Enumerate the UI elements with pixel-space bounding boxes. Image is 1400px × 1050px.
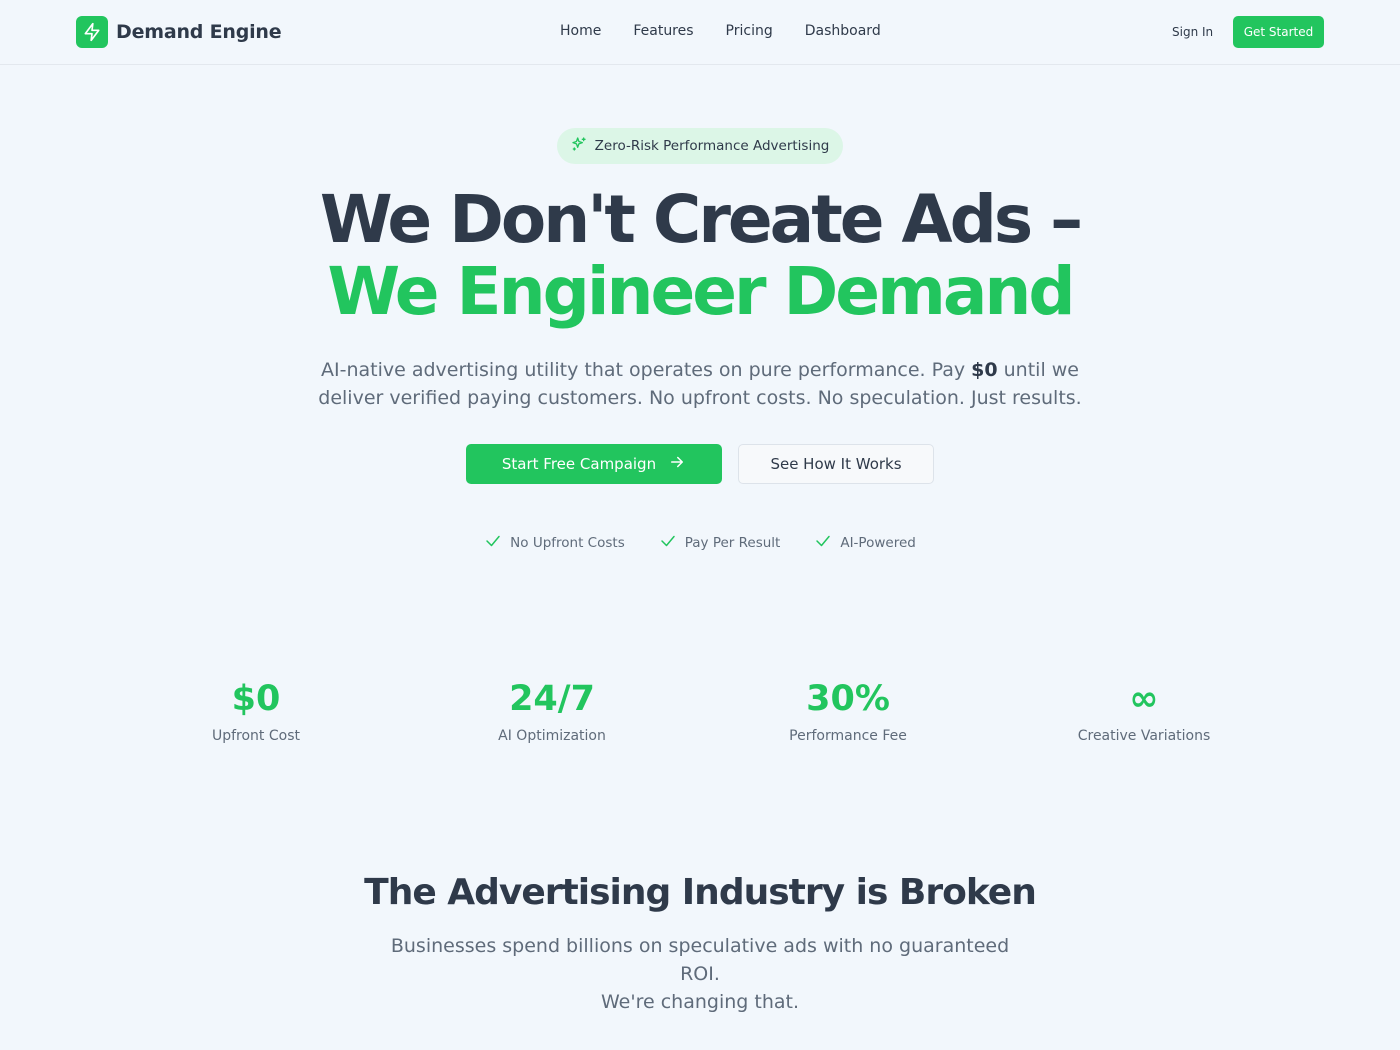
hero-title-line1: We Don't Create Ads – bbox=[319, 181, 1083, 258]
hero-title-line2: We Engineer Demand bbox=[327, 253, 1075, 330]
check-item: Pay Per Result bbox=[659, 532, 781, 554]
stat-item: 30% Performance Fee bbox=[700, 676, 996, 744]
check-label: AI-Powered bbox=[840, 535, 916, 551]
stat-item: 24/7 AI Optimization bbox=[404, 676, 700, 744]
section-subtitle-line1: Businesses spend billions on speculative… bbox=[390, 935, 1010, 985]
check-icon bbox=[484, 532, 502, 554]
hero-title: We Don't Create Ads – We Engineer Demand bbox=[0, 184, 1400, 328]
stat-value: 30% bbox=[806, 679, 890, 719]
stat-label: Creative Variations bbox=[1077, 728, 1211, 744]
sign-in-link[interactable]: Sign In bbox=[1172, 25, 1213, 39]
brand-logo[interactable]: Demand Engine bbox=[76, 16, 282, 48]
get-started-button[interactable]: Get Started bbox=[1233, 16, 1324, 48]
stat-label: Performance Fee bbox=[789, 728, 907, 744]
sparkles-icon bbox=[571, 136, 587, 156]
section-subtitle: Businesses spend billions on speculative… bbox=[370, 932, 1030, 1016]
hero-subtitle-part1: AI-native advertising utility that opera… bbox=[320, 359, 972, 381]
nav-dashboard[interactable]: Dashboard bbox=[805, 23, 881, 39]
stat-label: AI Optimization bbox=[498, 728, 606, 744]
stat-value: 24/7 bbox=[509, 679, 595, 719]
check-item: No Upfront Costs bbox=[484, 532, 625, 554]
check-label: Pay Per Result bbox=[684, 535, 781, 551]
hero-badge: Zero-Risk Performance Advertising bbox=[557, 128, 843, 164]
feature-checklist: No Upfront Costs Pay Per Result AI-Power… bbox=[0, 532, 1400, 554]
main-nav: Home Features Pricing Dashboard bbox=[560, 23, 881, 39]
brand-name: Demand Engine bbox=[116, 21, 282, 43]
section-subtitle-line2: We're changing that. bbox=[601, 991, 799, 1013]
check-icon bbox=[659, 532, 677, 554]
stat-item: $0 Upfront Cost bbox=[108, 676, 404, 744]
hero-subtitle: AI-native advertising utility that opera… bbox=[300, 356, 1100, 412]
arrow-right-icon bbox=[668, 453, 686, 475]
nav-pricing[interactable]: Pricing bbox=[726, 23, 773, 39]
check-icon bbox=[814, 532, 832, 554]
lightning-icon bbox=[76, 16, 108, 48]
stat-label: Upfront Cost bbox=[211, 728, 300, 744]
see-how-it-works-button[interactable]: See How It Works bbox=[738, 444, 934, 484]
check-label: No Upfront Costs bbox=[510, 535, 625, 551]
section-title: The Advertising Industry is Broken bbox=[364, 872, 1037, 913]
hero-subtitle-price: $0 bbox=[971, 359, 998, 381]
nav-features[interactable]: Features bbox=[633, 23, 693, 39]
hero-badge-label: Zero-Risk Performance Advertising bbox=[594, 138, 830, 154]
site-header: Demand Engine Home Features Pricing Dash… bbox=[0, 0, 1400, 65]
start-free-campaign-label: Start Free Campaign bbox=[501, 455, 657, 473]
stat-value: $0 bbox=[231, 679, 281, 719]
start-free-campaign-button[interactable]: Start Free Campaign bbox=[466, 444, 722, 484]
stat-item: ∞ Creative Variations bbox=[996, 676, 1292, 744]
nav-home[interactable]: Home bbox=[560, 23, 601, 39]
stats-row: $0 Upfront Cost 24/7 AI Optimization 30%… bbox=[108, 676, 1292, 744]
stat-value: ∞ bbox=[1129, 679, 1159, 719]
check-item: AI-Powered bbox=[814, 532, 916, 554]
